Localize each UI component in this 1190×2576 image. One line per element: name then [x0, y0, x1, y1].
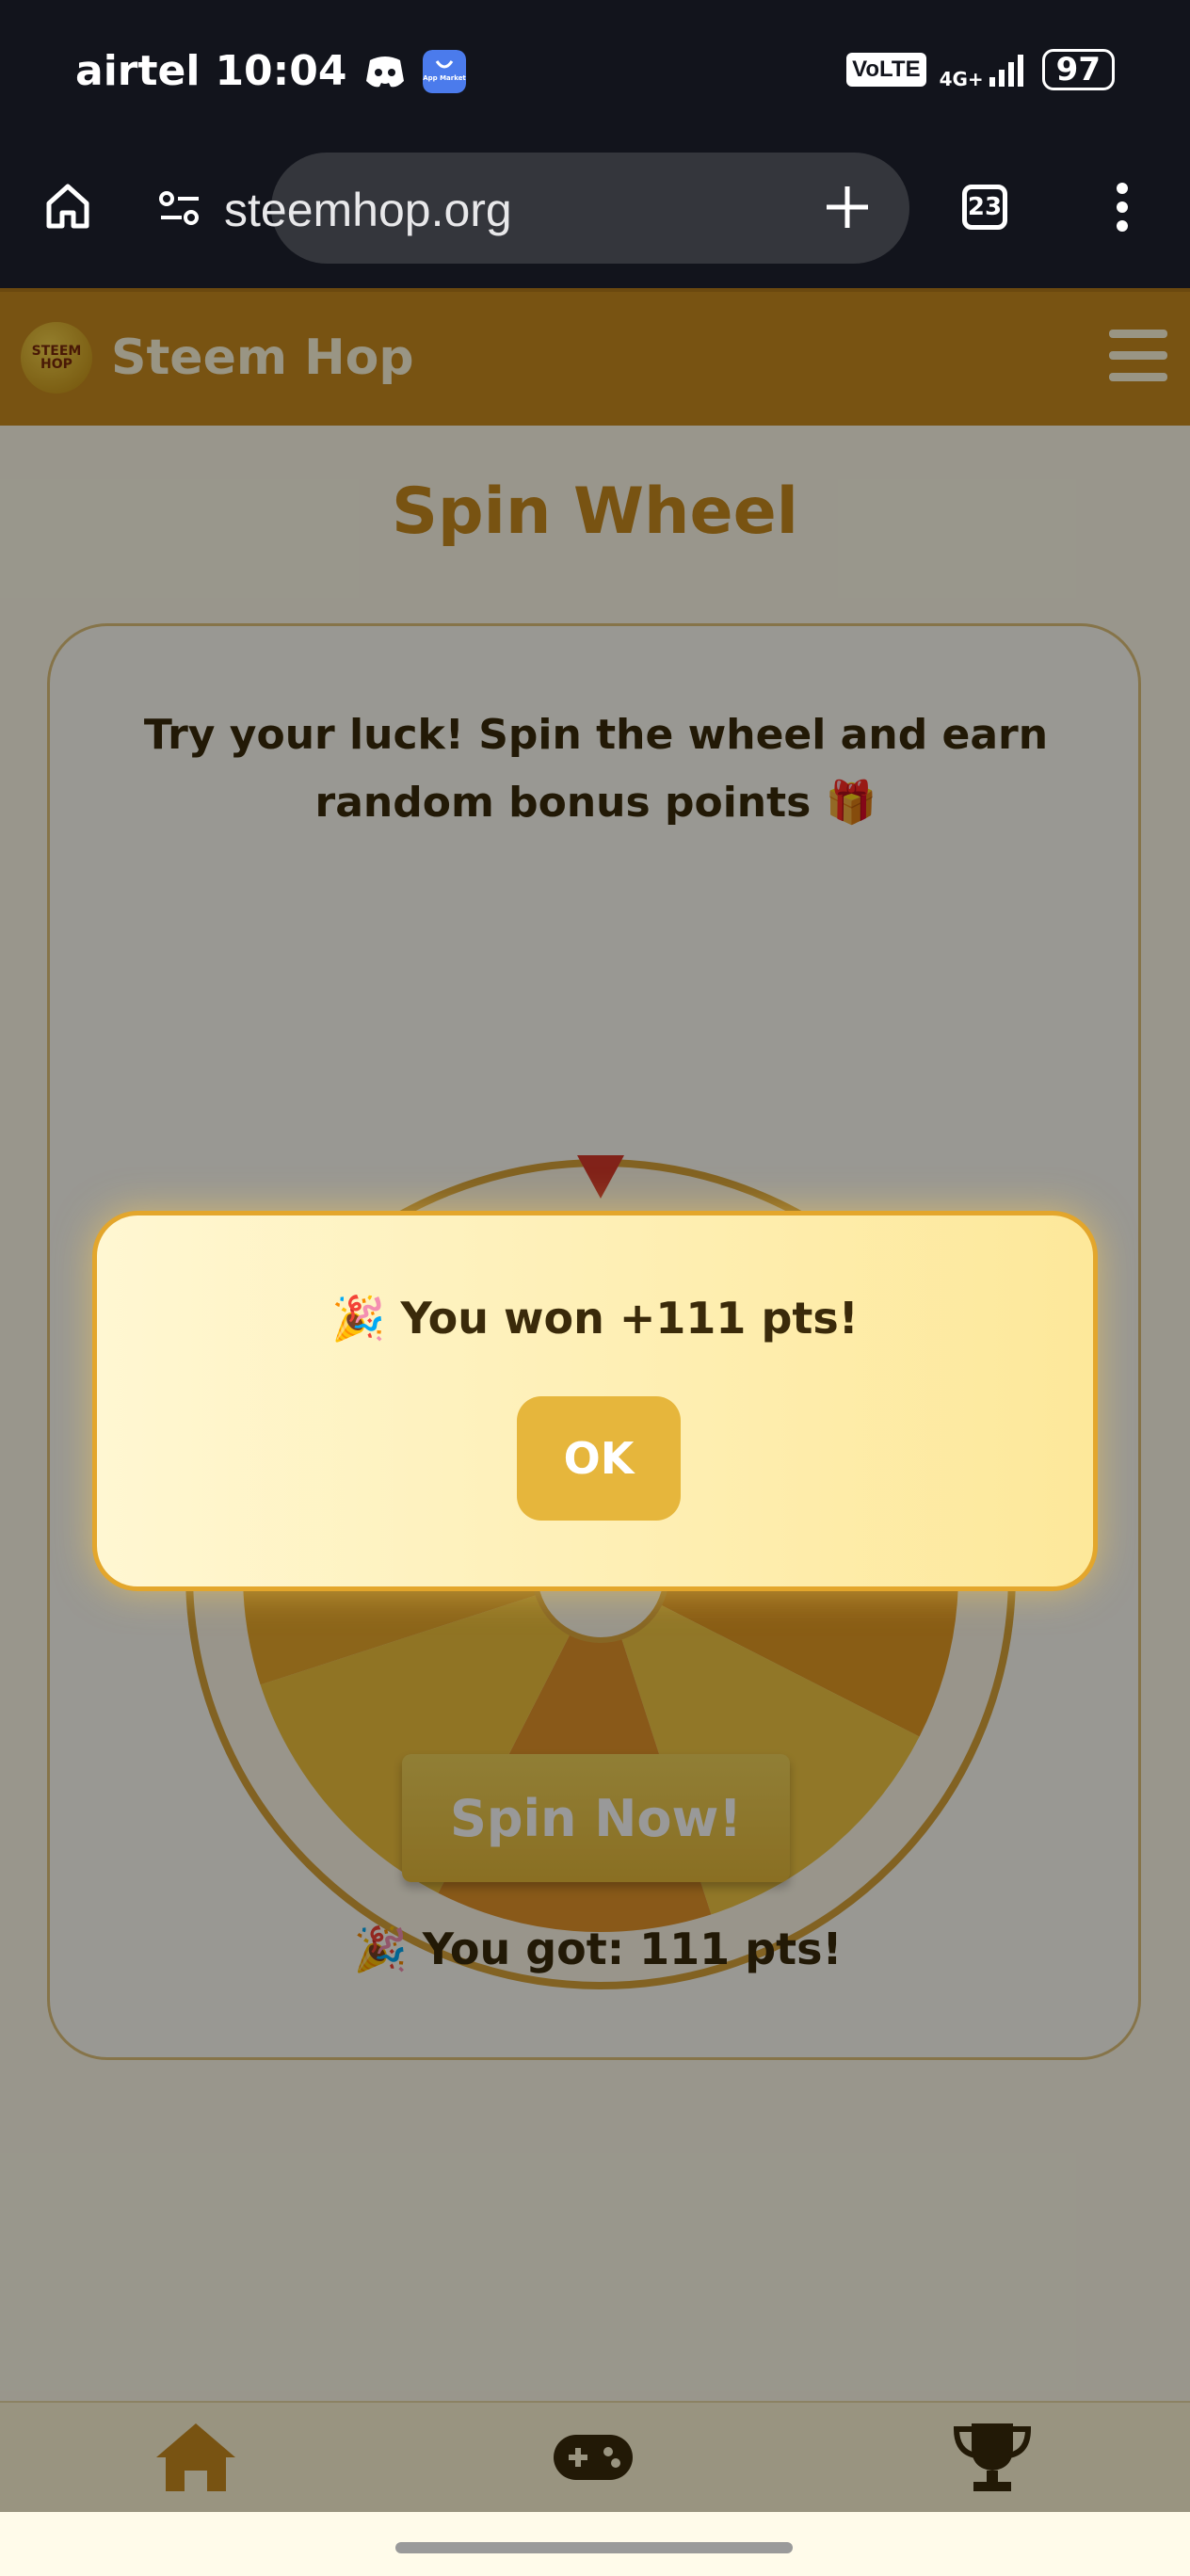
ok-button[interactable]: OK	[517, 1396, 681, 1521]
gesture-bar[interactable]	[395, 2542, 793, 2553]
url-text[interactable]: steemhop.org	[224, 183, 512, 237]
app-market-icon: App Market	[422, 49, 466, 93]
home-outline-icon	[46, 184, 89, 229]
tab-switcher-button[interactable]: 23	[962, 185, 1007, 230]
signal-icon	[989, 55, 1023, 87]
win-modal: 🎉 You won +111 pts! OK	[92, 1211, 1098, 1591]
discord-icon	[365, 56, 404, 87]
browser-menu-button[interactable]	[1103, 179, 1141, 235]
site-settings-icon[interactable]	[156, 185, 203, 232]
carrier-label: airtel	[75, 47, 201, 95]
win-message: 🎉 You won +111 pts!	[331, 1293, 859, 1344]
network-type: 4G+	[939, 68, 984, 90]
browser-home-button[interactable]	[38, 175, 98, 235]
plus-icon	[827, 186, 868, 228]
more-vert-icon	[1117, 183, 1128, 232]
app-market-label: App Market	[423, 74, 466, 82]
status-left: airtel 10:04 App Market	[75, 47, 466, 95]
status-right: VoLTE 4G+ 97	[846, 49, 1115, 90]
tune-icon	[159, 191, 199, 225]
new-tab-button[interactable]	[819, 179, 876, 235]
clock: 10:04	[215, 47, 347, 95]
battery-indicator: 97	[1041, 49, 1115, 90]
status-bar: airtel 10:04 App Market VoLTE 4G+ 97	[0, 0, 1190, 153]
volte-badge: VoLTE	[846, 53, 926, 87]
